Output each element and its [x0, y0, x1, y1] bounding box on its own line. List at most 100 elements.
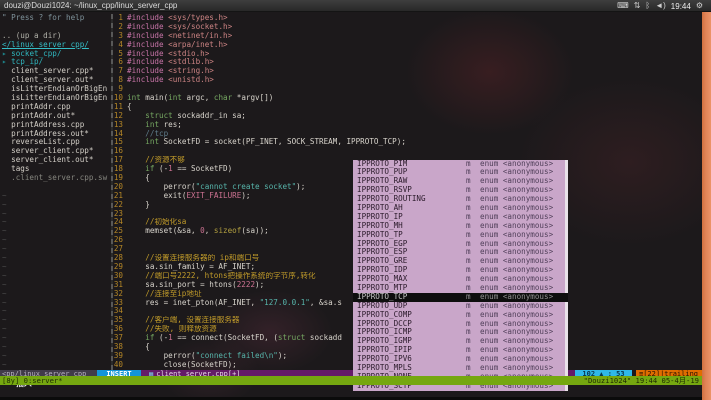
code-line: 2#include <sys/socket.h> — [113, 23, 702, 32]
code-text: { — [127, 103, 132, 112]
empty-line-tilde: ~ — [2, 236, 110, 245]
empty-line-tilde: ~ — [2, 245, 110, 254]
tree-item-dir[interactable]: ▸ socket_cpp/ — [2, 50, 110, 59]
code-text: #include <arpa/inet.h> — [127, 41, 228, 50]
taskbar-window-title[interactable]: douzi@Douzi1024: ~/linux_cpp/linux_serve… — [0, 0, 177, 12]
line-number: 33 — [113, 299, 127, 308]
completion-word: IPPROTO_IPIP — [353, 345, 412, 354]
line-number: 3 — [113, 32, 127, 41]
line-number: 39 — [113, 352, 127, 361]
completion-word: IPPROTO_COMP — [353, 310, 412, 319]
line-number: 1 — [113, 14, 127, 23]
code-text: perror("cannot create socket"); — [127, 183, 305, 192]
completion-word: IPPROTO_ROUTING — [353, 194, 426, 203]
completion-word: IPPROTO_MAX — [353, 274, 407, 283]
empty-line-tilde: ~ — [2, 218, 110, 227]
code-line: 11{ — [113, 103, 702, 112]
empty-line-tilde: ~ — [2, 272, 110, 281]
tree-item[interactable]: printAddr.out* — [2, 112, 110, 121]
completion-word: IPPROTO_IDP — [353, 265, 407, 274]
line-number: 22 — [113, 201, 127, 210]
code-text: #include <netinet/in.h> — [127, 32, 232, 41]
code-text: perror("connect failed\n"); — [127, 352, 287, 361]
code-line: 15 int SocketFD = socket(PF_INET, SOCK_S… — [113, 138, 702, 147]
code-text: #include <sys/types.h> — [127, 14, 228, 23]
tree-item[interactable]: isLitterEndianOrBigEn — [2, 85, 110, 94]
tree-item[interactable]: printAddress.out* — [2, 130, 110, 139]
completion-word: IPPROTO_IGMP — [353, 336, 412, 345]
code-text: } — [127, 201, 150, 210]
tree-item[interactable]: " Press ? for help — [2, 14, 110, 23]
code-text: #include <unistd.h> — [127, 76, 214, 85]
empty-line-tilde: ~ — [2, 361, 110, 370]
completion-popup[interactable]: IPPROTO_PIMmenum <anonymous>IPPROTO_PUPm… — [353, 160, 568, 391]
keyboard-icon[interactable]: ⌨ — [617, 1, 629, 10]
tree-expand-icon[interactable]: ▸ — [2, 58, 11, 66]
tree-expand-icon[interactable]: ▸ — [2, 50, 11, 58]
completion-word: IPPROTO_RSVP — [353, 185, 412, 194]
tree-item-dir[interactable]: ▸ tcp_ip/ — [2, 58, 110, 67]
line-number: 35 — [113, 316, 127, 325]
tray-icons: ⌨ ⇅ ᛒ ◄) — [612, 0, 666, 12]
empty-line-tilde: ~ — [2, 299, 110, 308]
line-number: 4 — [113, 41, 127, 50]
code-text: if (-1 == SocketFD) — [127, 165, 232, 174]
code-line: 9 — [113, 85, 702, 94]
code-text: #include <string.h> — [127, 67, 214, 76]
code-text: //初始化sa — [127, 218, 186, 227]
tree-item[interactable]: server_client.out* — [2, 156, 110, 165]
tree-item[interactable]: isLitterEndianOrBigEn — [2, 94, 110, 103]
tree-item[interactable]: printAddress.cpp — [2, 121, 110, 130]
line-number: 38 — [113, 343, 127, 352]
completion-word: IPPROTO_AH — [353, 203, 403, 212]
tree-item[interactable]: client_server.out* — [2, 76, 110, 85]
line-number: 7 — [113, 67, 127, 76]
line-number: 40 — [113, 361, 127, 370]
line-number: 32 — [113, 290, 127, 299]
tree-item[interactable]: reverseList.cpp — [2, 138, 110, 147]
tree-item[interactable]: server_client.cpp* — [2, 147, 110, 156]
desktop-top-panel: douzi@Douzi1024: ~/linux_cpp/linux_serve… — [0, 0, 711, 12]
line-number: 6 — [113, 58, 127, 67]
empty-line-tilde: ~ — [2, 316, 110, 325]
line-number: 11 — [113, 103, 127, 112]
tmux-session-window[interactable]: [8y] 0:server* — [2, 376, 63, 385]
code-line: 16 — [113, 147, 702, 156]
tree-item[interactable]: printAddr.cpp — [2, 103, 110, 112]
code-text: sa.sin_port = htons(2222); — [127, 281, 264, 290]
network-arrows-icon[interactable]: ⇅ — [634, 1, 641, 10]
code-text: //失败, 则释放资源 — [127, 325, 217, 334]
code-line: 4#include <arpa/inet.h> — [113, 41, 702, 50]
tree-item[interactable]: tags — [2, 165, 110, 174]
completion-word: IPPROTO_IPV6 — [353, 354, 412, 363]
tree-item[interactable]: client_server.cpp* — [2, 67, 110, 76]
tree-root[interactable]: </linux_server_cpp/ — [2, 41, 110, 50]
tree-item[interactable]: .. (up a dir) — [2, 32, 110, 41]
completion-word: IPPROTO_GRE — [353, 256, 407, 265]
empty-line-tilde: ~ — [2, 290, 110, 299]
bluetooth-icon[interactable]: ᛒ — [645, 1, 650, 10]
line-number: 25 — [113, 227, 127, 236]
code-line: 1#include <sys/types.h> — [113, 14, 702, 23]
line-number: 13 — [113, 121, 127, 130]
code-text: memset(&sa, 0, sizeof(sa)); — [127, 227, 269, 236]
line-number: 10 — [113, 94, 127, 103]
system-tray: ⌨ ⇅ ᛒ ◄) 19:44 ⚙ — [612, 0, 703, 12]
completion-word: IPPROTO_PIM — [353, 159, 407, 168]
empty-line-tilde: ~ — [2, 334, 110, 343]
completion-word: IPPROTO_UDP — [353, 301, 407, 310]
volume-icon[interactable]: ◄) — [655, 1, 666, 10]
tmux-host-datetime: "Douzi1024" 19:44 05-4月-19 — [584, 376, 699, 385]
clock[interactable]: 19:44 — [671, 2, 691, 11]
power-icon[interactable]: ⚙ — [696, 0, 703, 12]
terminal-scrollbar-strip[interactable] — [702, 12, 711, 400]
tree-item[interactable]: .client_server.cpp.sw — [2, 174, 110, 183]
line-number: 12 — [113, 112, 127, 121]
nerdtree-sidebar[interactable]: " Press ? for help .. (up a dir)</linux_s… — [2, 14, 110, 370]
code-text: { — [127, 174, 150, 183]
completion-word: IPPROTO_ESP — [353, 247, 407, 256]
line-number: 27 — [113, 245, 127, 254]
terminal-window[interactable]: " Press ? for help .. (up a dir)</linux_s… — [0, 12, 702, 397]
code-text: int main(int argc, char *argv[]) — [127, 94, 273, 103]
code-line: 6#include <stdlib.h> — [113, 58, 702, 67]
